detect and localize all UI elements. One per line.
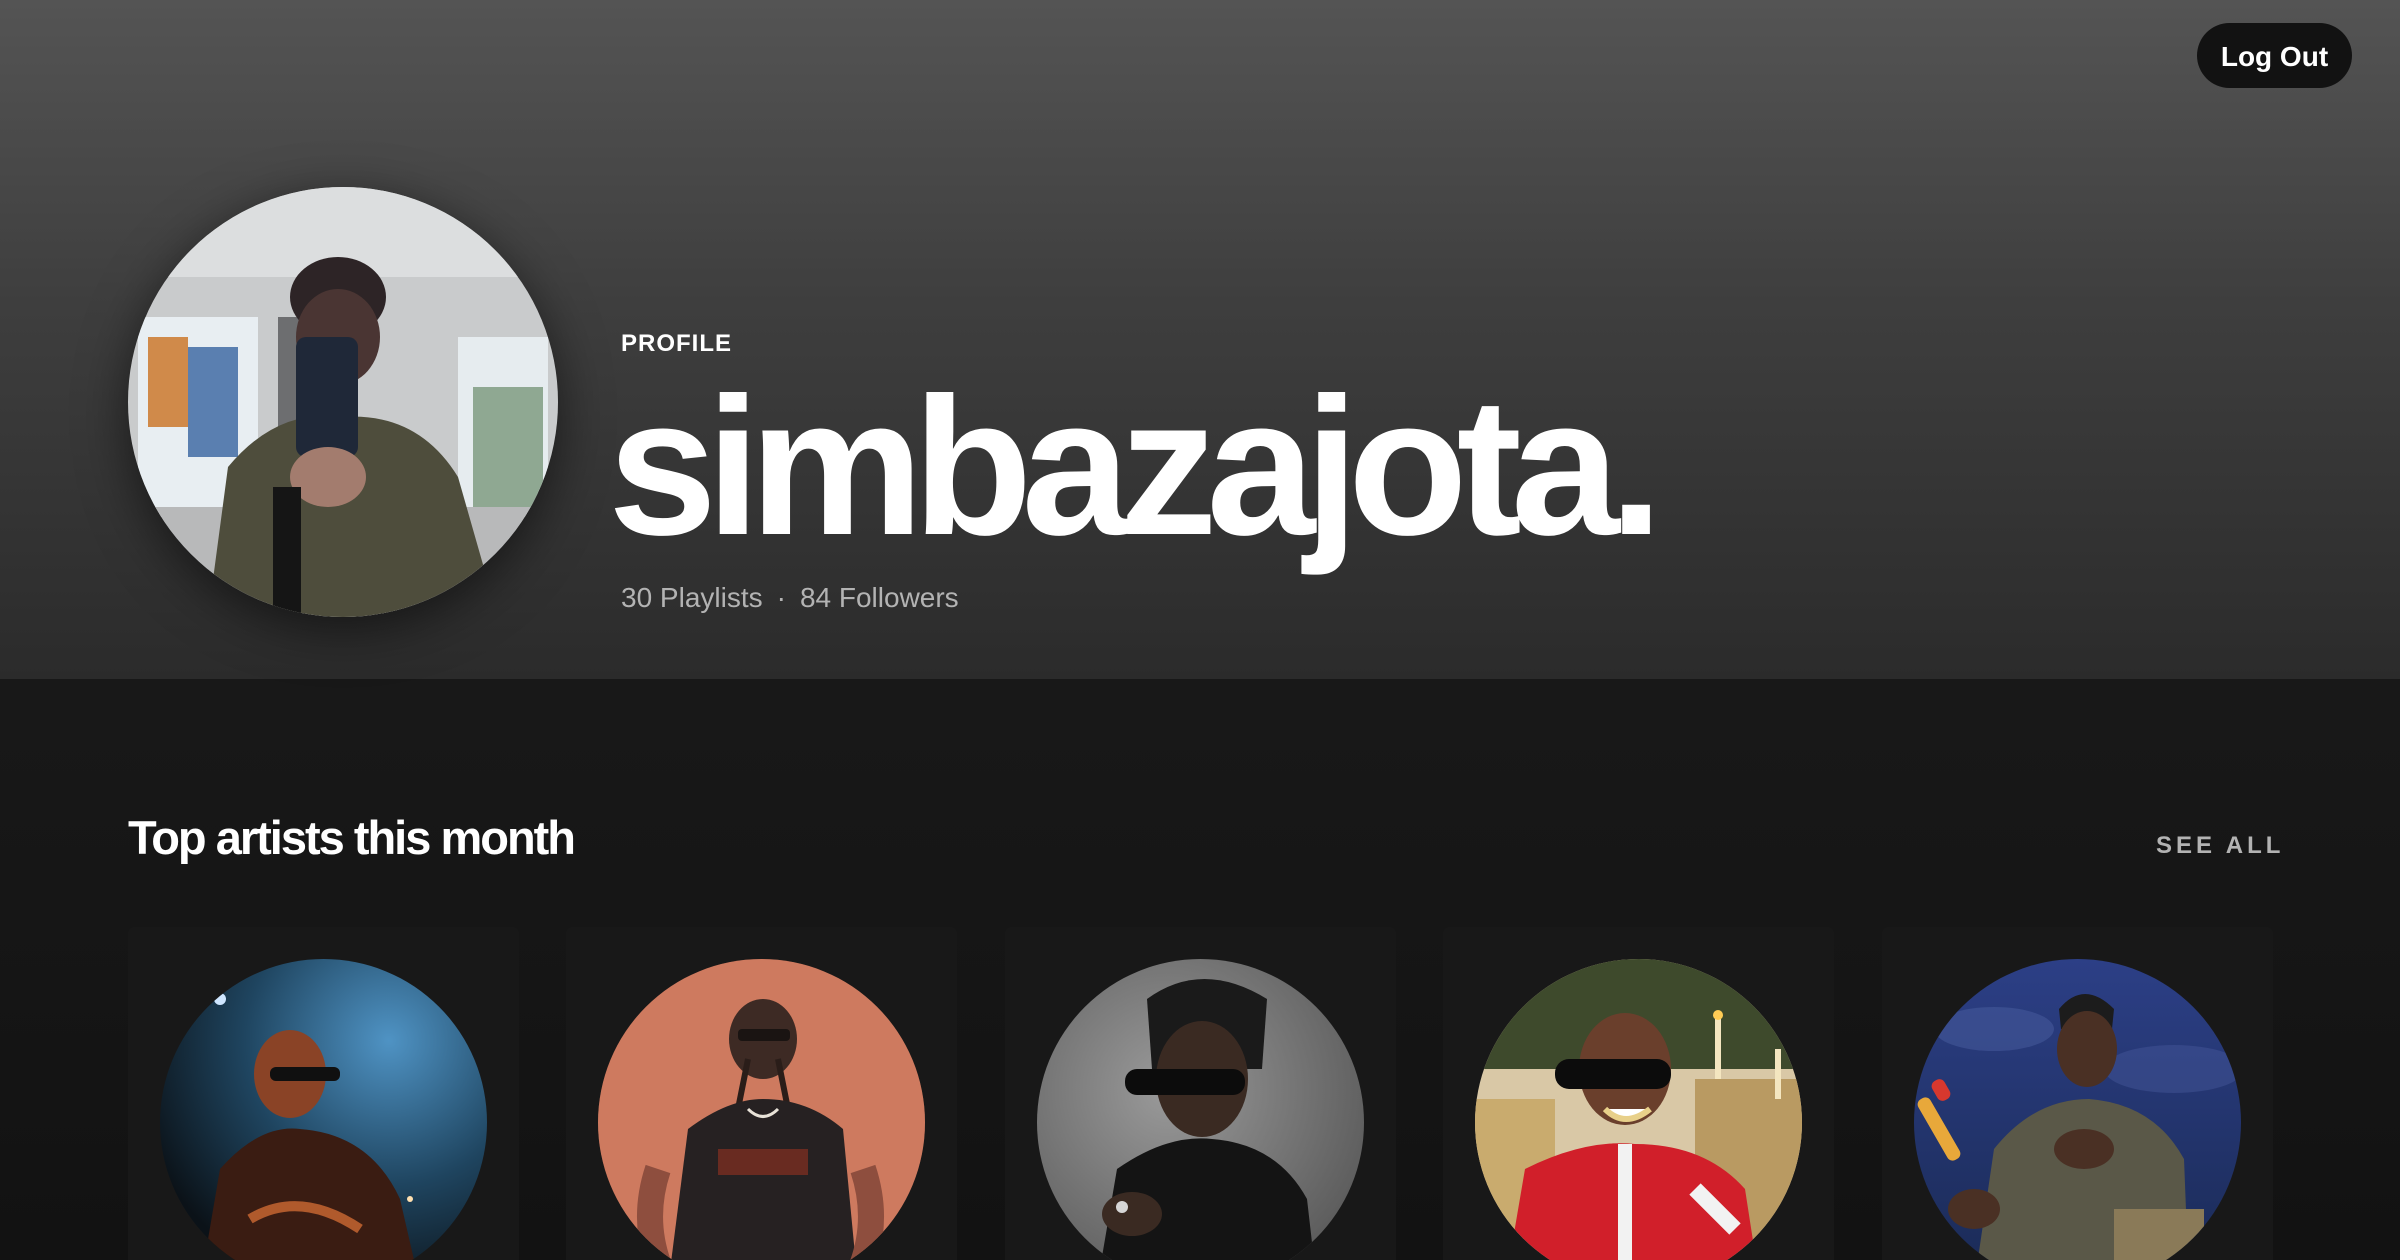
artist-photo-5 <box>1914 959 2241 1260</box>
profile-page: Log Out PROFILE simbazajota. 30 Playlist… <box>0 0 2400 1260</box>
artist-photo-4 <box>1475 959 1802 1260</box>
artist-photo-1 <box>160 959 487 1260</box>
avatar-photo <box>128 187 558 617</box>
artist-image <box>1475 959 1802 1260</box>
stats-separator: · <box>776 582 786 613</box>
playlists-count[interactable]: 30 Playlists <box>621 582 763 613</box>
followers-count[interactable]: 84 Followers <box>800 582 959 613</box>
profile-stats: 30 Playlists · 84 Followers <box>621 582 959 614</box>
artist-card[interactable] <box>1443 927 1834 1260</box>
artist-card[interactable] <box>128 927 519 1260</box>
profile-avatar <box>128 187 558 617</box>
profile-username: simbazajota. <box>608 357 1663 576</box>
artist-photo-2 <box>598 959 925 1260</box>
artist-image <box>598 959 925 1260</box>
artist-image <box>1037 959 1364 1260</box>
top-artists-title: Top artists this month <box>128 811 576 864</box>
see-all-link[interactable]: SEE ALL <box>2156 832 2284 860</box>
profile-header: Log Out PROFILE simbazajota. 30 Playlist… <box>0 0 2400 679</box>
artist-card[interactable] <box>566 927 957 1260</box>
artist-image <box>1914 959 2241 1260</box>
artist-photo-3 <box>1037 959 1364 1260</box>
logout-button[interactable]: Log Out <box>2197 23 2352 88</box>
artist-image <box>160 959 487 1260</box>
artist-card[interactable] <box>1882 927 2273 1260</box>
artist-card[interactable] <box>1005 927 1396 1260</box>
